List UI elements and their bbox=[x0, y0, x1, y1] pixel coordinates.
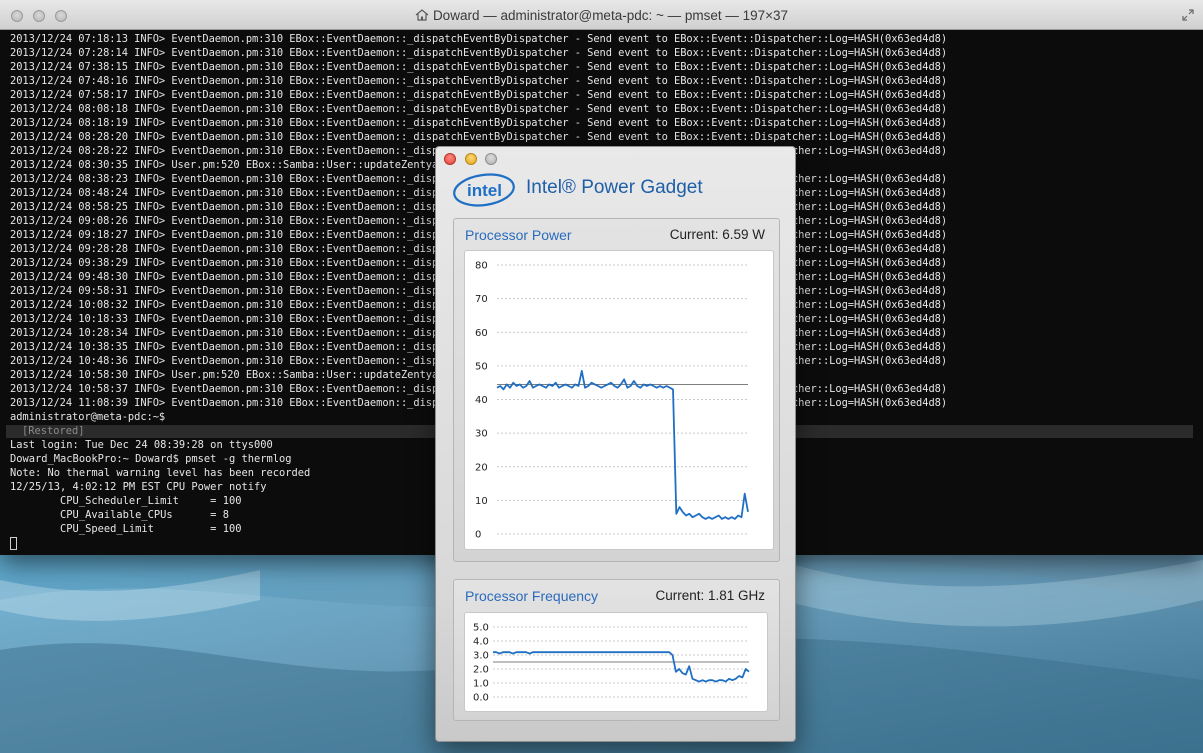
frequency-current-value: Current: 1.81 GHz bbox=[655, 588, 765, 603]
y-tick-label: 1.0 bbox=[473, 679, 489, 690]
session-line: 12/25/13, 4:02:12 PM EST CPU Power notif… bbox=[10, 481, 267, 493]
power-label: Processor Power bbox=[465, 227, 572, 243]
y-tick-label: 2.0 bbox=[473, 665, 489, 676]
session-line: Note: No thermal warning level has been … bbox=[10, 467, 311, 479]
frequency-chart: 0.0 1.0 2.0 3.0 4.0 5.0 bbox=[464, 612, 768, 712]
terminal-line: 2013/12/24 07:28:14 INFO> EventDaemon.pm… bbox=[10, 47, 948, 59]
power-chart-svg: 0 10 20 30 40 50 60 70 80 bbox=[475, 261, 749, 541]
restored-label: [Restored] bbox=[22, 425, 85, 437]
gadget-title: Intel® Power Gadget bbox=[526, 177, 703, 198]
session-line: Doward_MacBookPro:~ Doward$ pmset -g the… bbox=[10, 453, 292, 465]
terminal-line: 2013/12/24 07:48:16 INFO> EventDaemon.pm… bbox=[10, 75, 948, 87]
gadget-close-button[interactable] bbox=[444, 153, 456, 165]
terminal-cursor bbox=[10, 537, 17, 550]
processor-power-panel: Processor Power Current: 6.59 W 0 10 20 30 4… bbox=[453, 218, 780, 562]
series-line bbox=[496, 370, 749, 520]
y-tick-label: 40 bbox=[475, 395, 488, 406]
session-line: CPU_Scheduler_Limit = 100 bbox=[10, 495, 242, 507]
session-line: CPU_Speed_Limit = 100 bbox=[10, 523, 242, 535]
intel-logo: intel bbox=[453, 173, 515, 207]
y-tick-label: 80 bbox=[475, 261, 488, 272]
gadget-minimize-button[interactable] bbox=[465, 153, 477, 165]
intel-logo-text: intel bbox=[467, 181, 502, 200]
y-tick-label: 0 bbox=[475, 530, 481, 541]
frequency-label: Processor Frequency bbox=[465, 588, 599, 604]
terminal-line: 2013/12/24 08:08:18 INFO> EventDaemon.pm… bbox=[10, 103, 948, 115]
power-gadget-window[interactable]: intel Intel® Power Gadget Processor Powe… bbox=[435, 146, 796, 742]
terminal-line: 2013/12/24 07:18:13 INFO> EventDaemon.pm… bbox=[10, 33, 948, 45]
session-output: Last login: Tue Dec 24 08:39:28 on ttys0… bbox=[10, 438, 310, 536]
gadget-zoom-button[interactable] bbox=[485, 153, 497, 165]
y-tick-label: 20 bbox=[475, 462, 488, 473]
processor-frequency-panel: Processor Frequency Current: 1.81 GHz 0.… bbox=[453, 579, 780, 721]
y-tick-label: 10 bbox=[475, 496, 488, 507]
y-tick-label: 0.0 bbox=[473, 693, 489, 704]
power-chart: 0 10 20 30 40 50 60 70 80 bbox=[464, 250, 774, 550]
terminal-titlebar[interactable]: Doward — administrator@meta-pdc: ~ — pms… bbox=[0, 0, 1203, 30]
terminal-line: 2013/12/24 07:38:15 INFO> EventDaemon.pm… bbox=[10, 61, 948, 73]
terminal-line: 2013/12/24 08:18:19 INFO> EventDaemon.pm… bbox=[10, 117, 948, 129]
session-line: Last login: Tue Dec 24 08:39:28 on ttys0… bbox=[10, 439, 273, 451]
frequency-chart-svg: 0.0 1.0 2.0 3.0 4.0 5.0 bbox=[473, 623, 750, 704]
session-line: CPU_Available_CPUs = 8 bbox=[10, 509, 229, 521]
terminal-line: 2013/12/24 08:28:20 INFO> EventDaemon.pm… bbox=[10, 131, 948, 143]
window-title: Doward — administrator@meta-pdc: ~ — pms… bbox=[432, 8, 789, 23]
window-title-wrap: Doward — administrator@meta-pdc: ~ — pms… bbox=[0, 8, 1203, 23]
y-tick-label: 30 bbox=[475, 429, 488, 440]
y-tick-label: 5.0 bbox=[473, 623, 489, 634]
home-icon bbox=[415, 9, 429, 21]
y-tick-label: 70 bbox=[475, 294, 488, 305]
y-tick-label: 60 bbox=[475, 328, 488, 339]
series-line bbox=[493, 651, 750, 683]
y-tick-label: 3.0 bbox=[473, 651, 489, 662]
fullscreen-icon[interactable] bbox=[1181, 8, 1195, 22]
y-tick-label: 50 bbox=[475, 361, 488, 372]
terminal-line: 2013/12/24 07:58:17 INFO> EventDaemon.pm… bbox=[10, 89, 948, 101]
power-current-value: Current: 6.59 W bbox=[669, 227, 765, 242]
y-tick-label: 4.0 bbox=[473, 637, 489, 648]
